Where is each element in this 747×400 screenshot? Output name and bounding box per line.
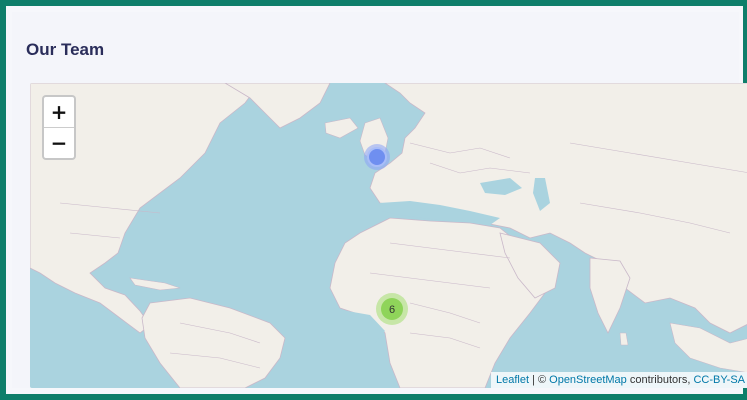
leaflet-link[interactable]: Leaflet (496, 374, 529, 386)
land-iceland (324, 117, 359, 139)
attribution-contributors: contributors, (626, 374, 694, 386)
card-title: Our Team (26, 40, 105, 59)
cluster-marker[interactable]: 6 (376, 293, 408, 325)
osm-link[interactable]: OpenStreetMap (549, 374, 627, 386)
map-attribution: Leaflet | © OpenStreetMap contributors, … (490, 372, 747, 388)
app-frame: Our Team 6 + − Leaflet | © OpenStreetMap… (0, 0, 747, 400)
cluster-count: 6 (389, 304, 395, 316)
team-card: Our Team 6 + − Leaflet | © OpenStreetMap… (12, 12, 747, 388)
zoom-in-button[interactable]: + (44, 97, 74, 128)
license-link[interactable]: CC-BY-SA (693, 374, 745, 386)
land-south-america (141, 297, 286, 388)
marker-europe-core (367, 147, 387, 167)
team-map[interactable]: 6 + − Leaflet | © OpenStreetMap contribu… (30, 83, 747, 388)
map-tiles[interactable]: 6 (30, 83, 747, 388)
land-caribbean (129, 277, 181, 291)
attribution-separator: | © (529, 374, 550, 386)
zoom-control: + − (42, 95, 76, 160)
zoom-out-button[interactable]: − (44, 128, 74, 158)
